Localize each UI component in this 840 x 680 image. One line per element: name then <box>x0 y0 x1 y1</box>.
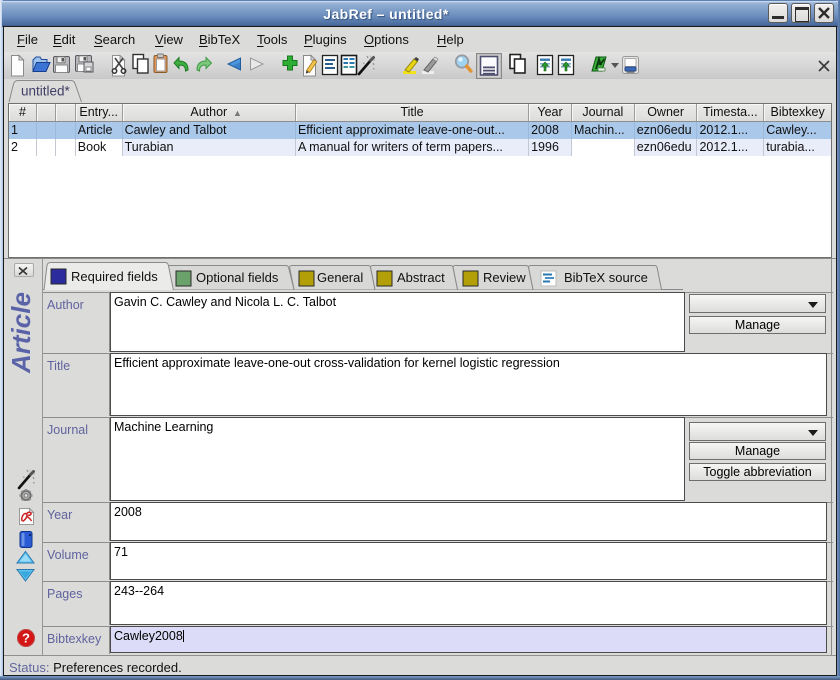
svg-text:?: ? <box>22 631 30 646</box>
svg-text:Optional fields: Optional fields <box>196 270 279 285</box>
svg-text:General: General <box>317 270 363 285</box>
svg-text:Required fields: Required fields <box>71 269 158 284</box>
svg-text:untitled*: untitled* <box>21 84 71 99</box>
svg-text:BibTeX source: BibTeX source <box>564 270 648 285</box>
svg-text:Review: Review <box>483 270 526 285</box>
svg-text:Abstract: Abstract <box>397 270 445 285</box>
